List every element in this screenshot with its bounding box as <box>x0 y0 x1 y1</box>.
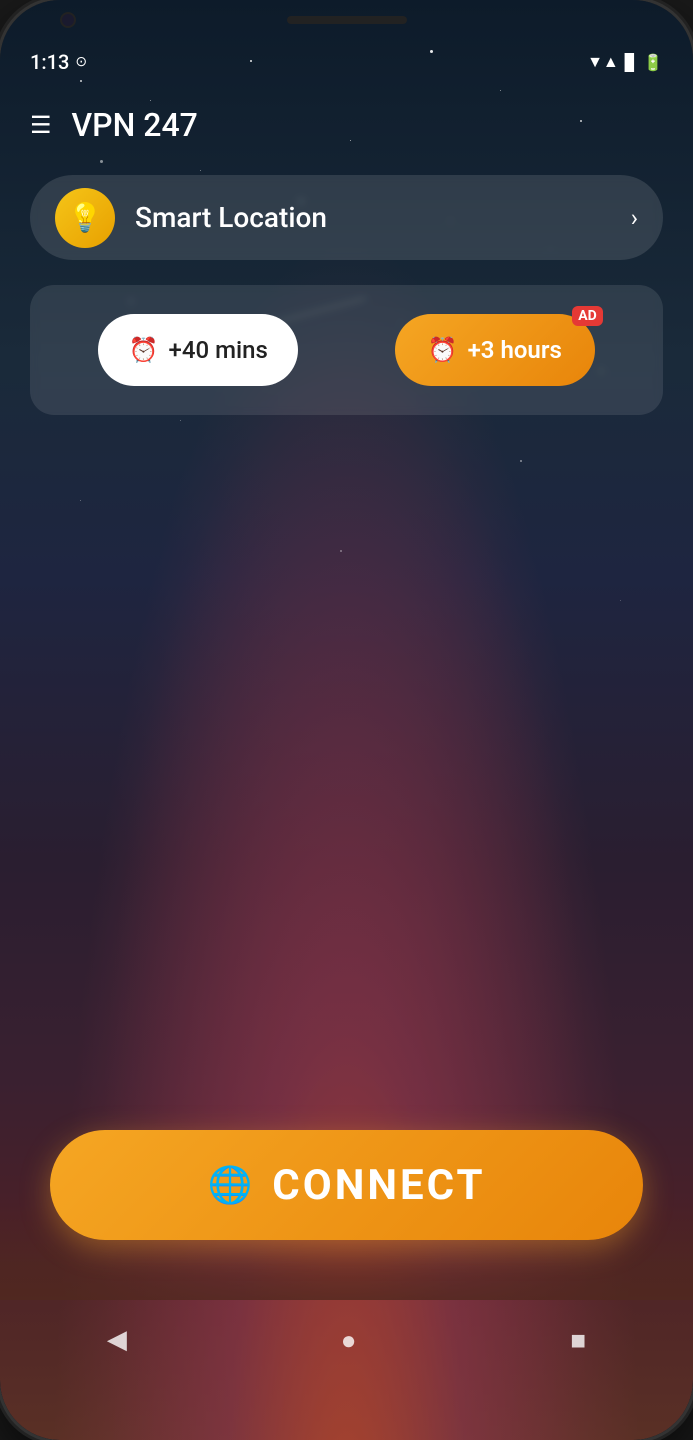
recent-apps-button[interactable]: ■ <box>570 1325 586 1356</box>
timer-3hours-button[interactable]: ⏰ +3 hours AD <box>395 314 595 386</box>
front-camera <box>60 12 76 28</box>
timer-40mins-button[interactable]: ⏰ +40 mins <box>98 314 298 386</box>
app-title: VPN 247 <box>72 106 198 144</box>
location-label: Smart Location <box>135 201 631 234</box>
status-time: 1:13 <box>30 50 69 74</box>
bottom-navigation: ◀ ● ■ <box>0 1300 693 1380</box>
phone-device: 1:13 ⊙ ▼▲ ▊ 🔋 ☰ VPN 247 💡 Smart Location… <box>0 0 693 1440</box>
signal-icon: ▊ <box>625 53 637 72</box>
clock-icon-1: ⏰ <box>129 336 159 364</box>
menu-icon[interactable]: ☰ <box>30 111 52 139</box>
connect-button[interactable]: 🌐 CONNECT <box>50 1130 643 1240</box>
phone-screen: 1:13 ⊙ ▼▲ ▊ 🔋 ☰ VPN 247 💡 Smart Location… <box>0 0 693 1440</box>
ad-badge: AD <box>572 306 603 326</box>
app-header: ☰ VPN 247 <box>0 90 693 160</box>
speaker-grille <box>287 16 407 24</box>
timer-3hours-label: +3 hours <box>468 336 562 364</box>
lightning-icon: 💡 <box>68 201 103 234</box>
globe-icon: 🌐 <box>207 1164 252 1206</box>
timer-40mins-label: +40 mins <box>169 336 268 364</box>
notch-area <box>0 0 693 40</box>
smart-location-button[interactable]: 💡 Smart Location › <box>30 175 663 260</box>
location-icon-circle: 💡 <box>55 188 115 248</box>
status-left: 1:13 ⊙ <box>30 50 87 74</box>
battery-icon: 🔋 <box>643 53 663 72</box>
connect-label: CONNECT <box>272 1161 485 1210</box>
status-notification-icon: ⊙ <box>75 54 87 70</box>
timer-section: ⏰ +40 mins ⏰ +3 hours AD <box>30 285 663 415</box>
status-bar: 1:13 ⊙ ▼▲ ▊ 🔋 <box>0 42 693 82</box>
back-button[interactable]: ◀ <box>107 1325 127 1355</box>
home-button[interactable]: ● <box>341 1325 357 1356</box>
location-arrow-icon: › <box>631 204 638 232</box>
wifi-icon: ▼▲ <box>587 52 619 72</box>
status-right: ▼▲ ▊ 🔋 <box>587 52 663 72</box>
clock-icon-2: ⏰ <box>428 336 458 364</box>
